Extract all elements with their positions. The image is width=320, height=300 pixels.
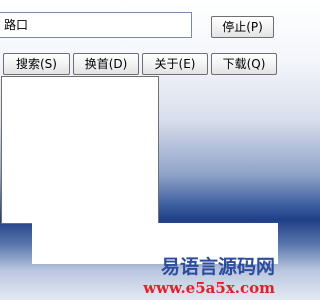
results-list[interactable] (1, 76, 159, 224)
app-window: 路口 停止(P) 搜索(S) 换首(D) 关于(E) 下载(Q) 易语言源码网 … (0, 0, 280, 300)
switch-song-button[interactable]: 换首(D) (73, 53, 139, 75)
stop-button[interactable]: 停止(P) (211, 16, 274, 38)
watermark-url: www.e5a5x.com (143, 279, 275, 297)
watermark-title: 易语言源码网 (160, 256, 275, 278)
search-input[interactable]: 路口 (0, 12, 192, 38)
download-button[interactable]: 下载(Q) (211, 53, 277, 75)
about-button[interactable]: 关于(E) (142, 53, 208, 75)
search-button[interactable]: 搜索(S) (3, 53, 70, 75)
